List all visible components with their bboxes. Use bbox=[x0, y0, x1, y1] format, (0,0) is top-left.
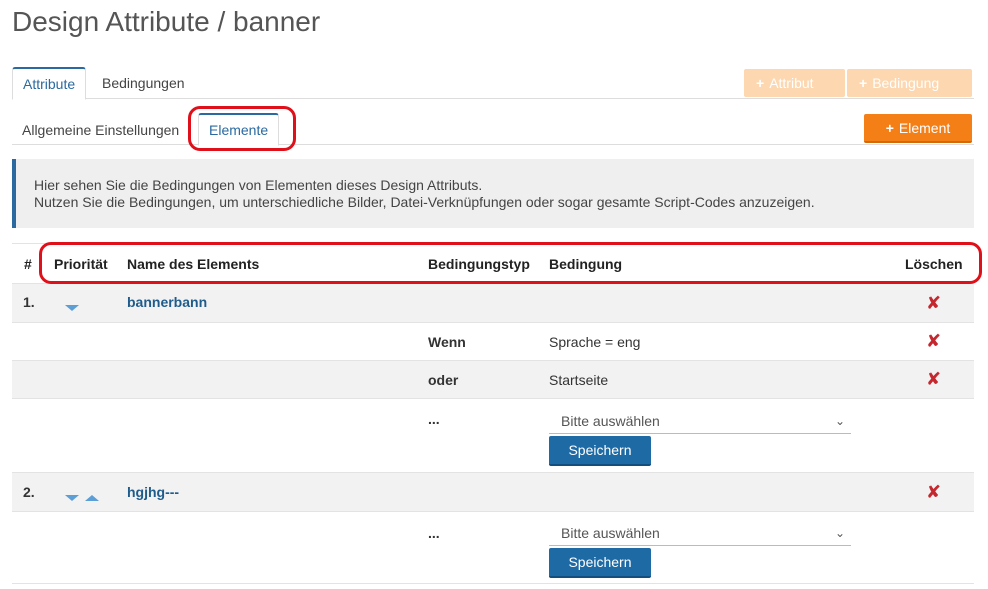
table-row: ... Bitte auswählen ⌄ Speichern bbox=[12, 399, 974, 473]
condition-type: ... bbox=[428, 411, 440, 427]
plus-icon: + bbox=[756, 75, 765, 91]
element-name-link[interactable]: hgjhg--- bbox=[127, 484, 179, 500]
add-bedingung-label: Bedingung bbox=[872, 75, 940, 91]
element-name-link[interactable]: bannerbann bbox=[127, 294, 207, 310]
table-row: 2. hgjhg--- ✘ bbox=[12, 473, 974, 512]
delete-icon[interactable]: ✘ bbox=[926, 483, 941, 501]
condition-type: Wenn bbox=[428, 334, 466, 350]
condition-type: ... bbox=[428, 525, 440, 541]
chevron-down-icon: ⌄ bbox=[834, 526, 845, 540]
info-box: Hier sehen Sie die Bedingungen von Eleme… bbox=[12, 159, 974, 228]
add-bedingung-button[interactable]: + Bedingung bbox=[847, 69, 972, 97]
tab-attribute[interactable]: Attribute bbox=[12, 67, 87, 100]
condition-type: oder bbox=[428, 372, 459, 388]
save-button[interactable]: Speichern bbox=[549, 436, 651, 466]
plus-icon: + bbox=[859, 75, 868, 91]
add-attribut-label: Attribut bbox=[769, 75, 814, 91]
row-index: 1. bbox=[23, 294, 35, 310]
add-attribut-button[interactable]: + Attribut bbox=[744, 69, 845, 97]
table-row: oder Startseite ✘ bbox=[12, 361, 974, 399]
page-title: Design Attribute / banner bbox=[12, 6, 321, 37]
highlight-table-header bbox=[39, 242, 982, 284]
save-button[interactable]: Speichern bbox=[549, 548, 651, 578]
delete-icon[interactable]: ✘ bbox=[926, 294, 941, 312]
column-num: # bbox=[24, 256, 32, 272]
highlight-elemente-tab bbox=[188, 106, 296, 151]
chevron-down-icon: ⌄ bbox=[834, 414, 845, 428]
table-row: Wenn Sprache = eng ✘ bbox=[12, 323, 974, 361]
priority-down-icon[interactable] bbox=[65, 488, 79, 504]
tab-allgemeine-einstellungen[interactable]: Allgemeine Einstellungen bbox=[22, 113, 179, 145]
sub-tabs: Allgemeine Einstellungen Elemente bbox=[12, 113, 974, 146]
table-row: 1. bannerbann ✘ bbox=[12, 284, 974, 323]
plus-icon: + bbox=[885, 120, 894, 136]
tab-bedingungen[interactable]: Bedingungen bbox=[92, 67, 195, 99]
select-value: Bitte auswählen bbox=[561, 413, 660, 429]
condition-value: Startseite bbox=[549, 372, 609, 388]
delete-icon[interactable]: ✘ bbox=[926, 332, 941, 350]
row-index: 2. bbox=[23, 484, 35, 500]
table-row: ... Bitte auswählen ⌄ Speichern bbox=[12, 512, 974, 584]
info-line-2: Nutzen Sie die Bedingungen, um unterschi… bbox=[34, 194, 815, 210]
elements-table: # Priorität Name des Elements Bedingungs… bbox=[12, 243, 974, 589]
select-value: Bitte auswählen bbox=[561, 525, 660, 541]
priority-up-icon[interactable] bbox=[85, 488, 99, 504]
delete-icon[interactable]: ✘ bbox=[926, 370, 941, 388]
condition-select[interactable]: Bitte auswählen ⌄ bbox=[549, 520, 851, 546]
priority-down-icon[interactable] bbox=[65, 298, 79, 314]
add-element-button[interactable]: + Element bbox=[864, 114, 972, 143]
info-line-1: Hier sehen Sie die Bedingungen von Eleme… bbox=[34, 177, 483, 193]
condition-value: Sprache = eng bbox=[549, 334, 641, 350]
condition-select[interactable]: Bitte auswählen ⌄ bbox=[549, 408, 851, 434]
add-element-label: Element bbox=[898, 120, 951, 136]
